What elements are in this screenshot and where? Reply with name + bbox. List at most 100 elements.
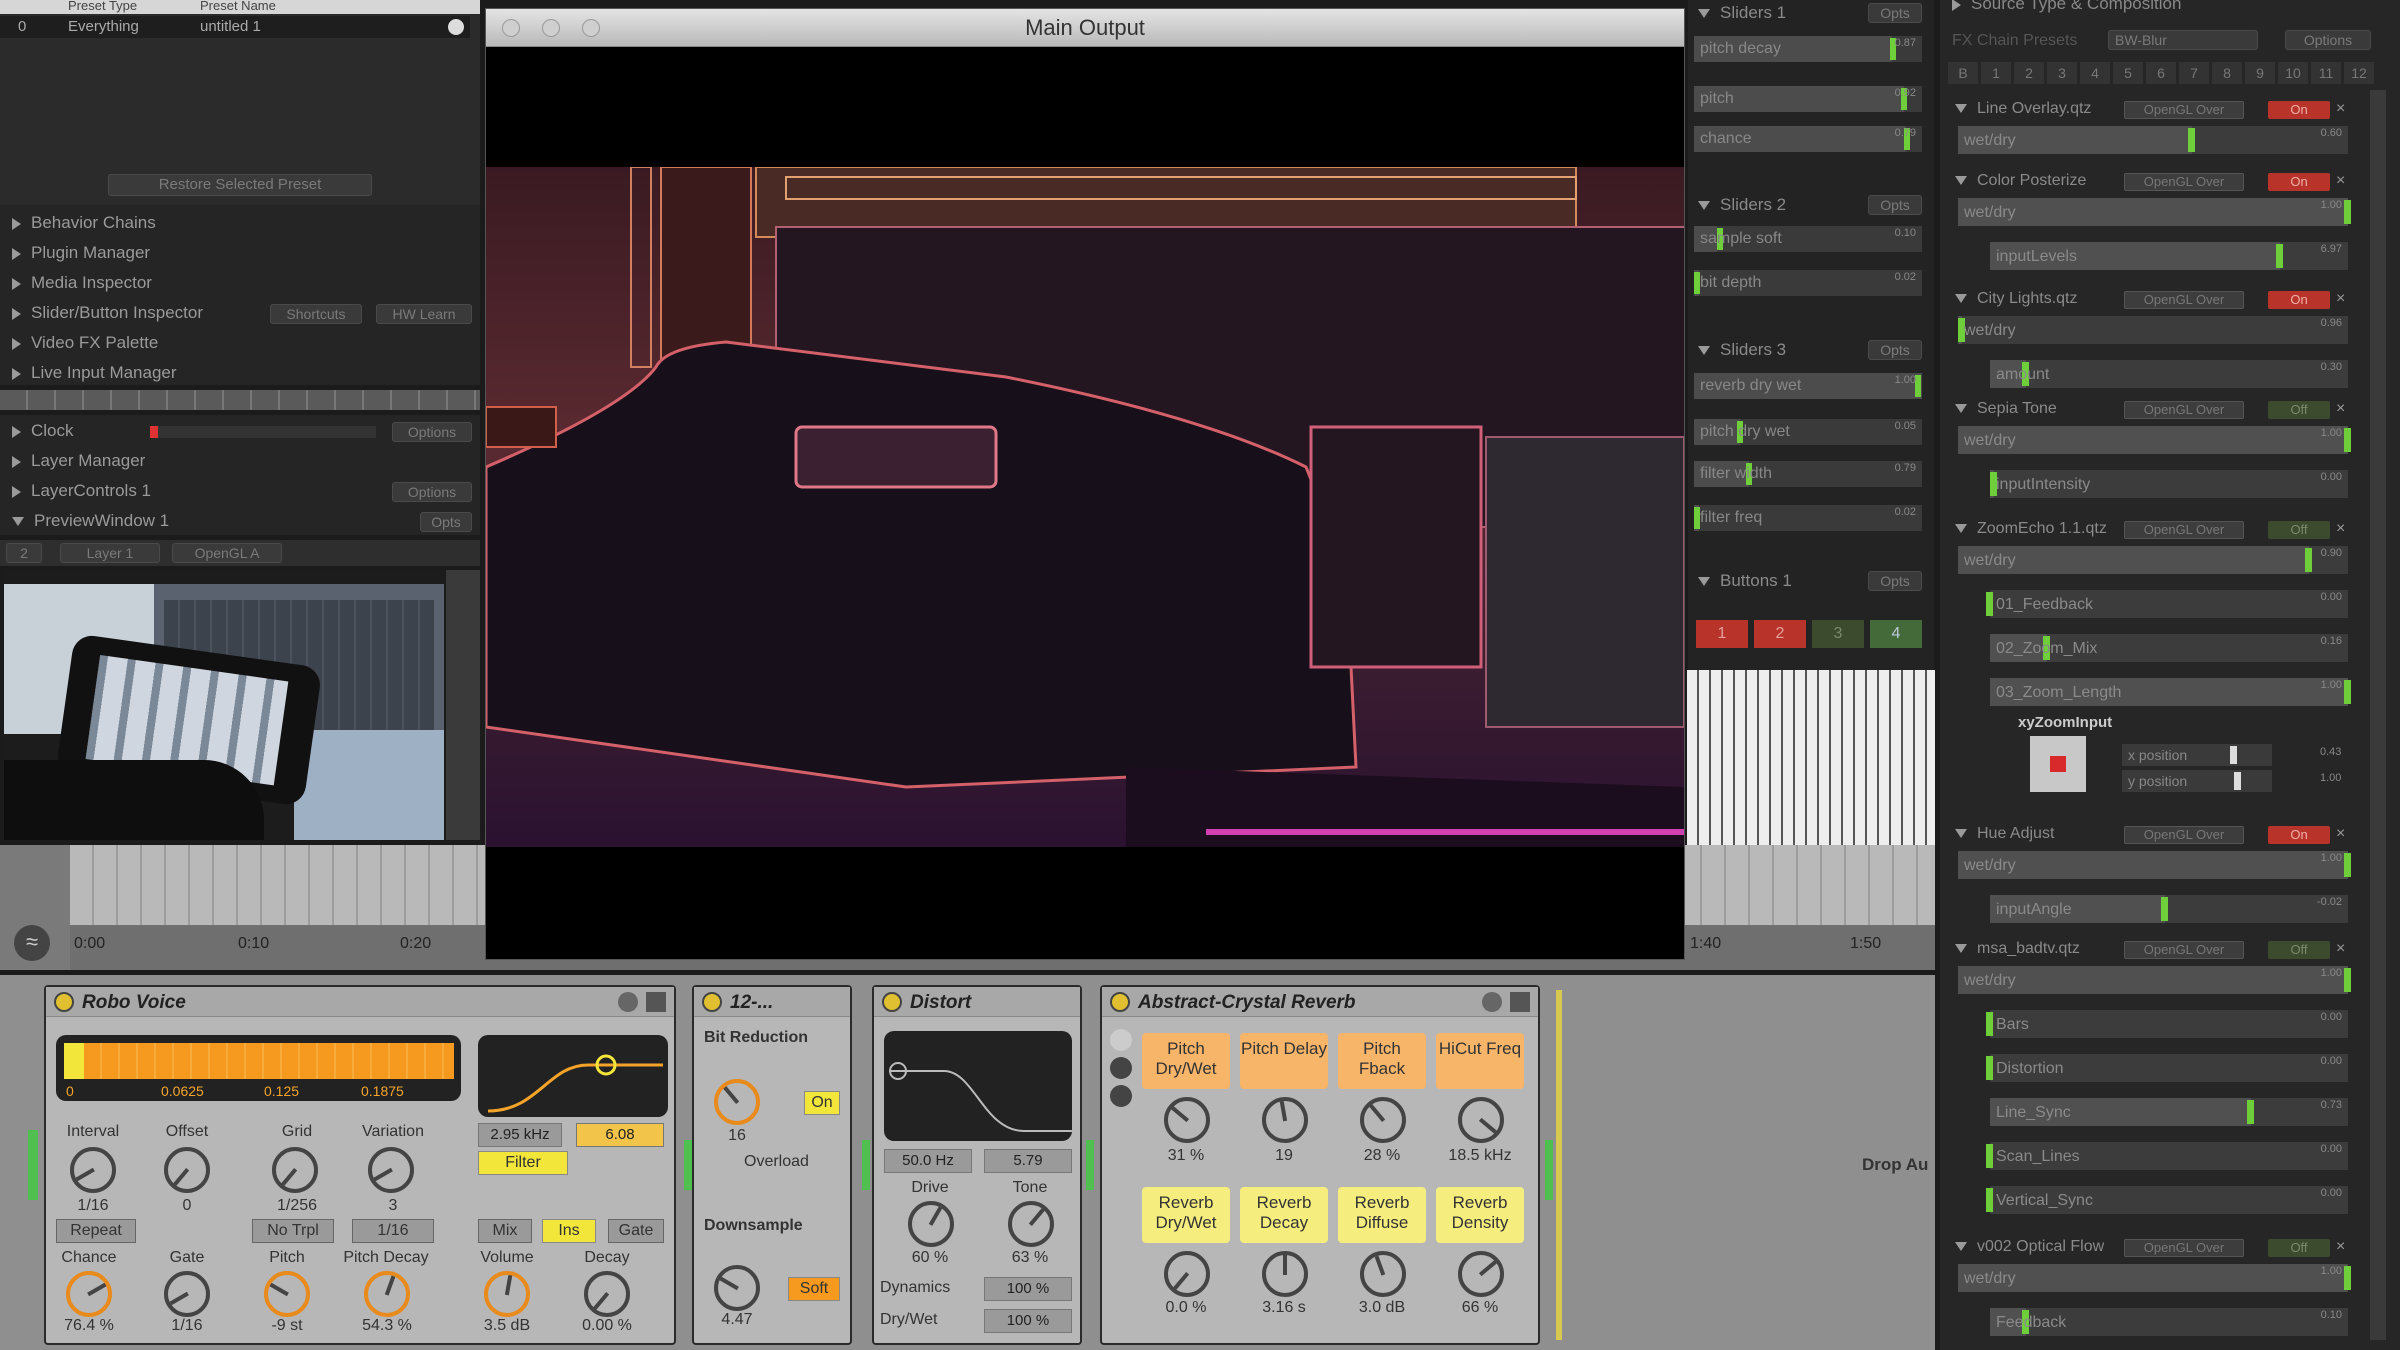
slider-thumb[interactable]	[1986, 1056, 1993, 1080]
save-icon[interactable]	[646, 992, 666, 1012]
fx-options-button[interactable]: Options	[2285, 30, 2371, 50]
opengl-over-button[interactable]: OpenGL Over	[2124, 521, 2244, 539]
fx-slider[interactable]: Bars 0.00	[1986, 1010, 2348, 1038]
circle-icon[interactable]	[1110, 1029, 1132, 1051]
power-icon[interactable]	[882, 992, 902, 1012]
fx-slider[interactable]: amount 0.30	[1990, 360, 2348, 388]
decay-knob[interactable]	[584, 1271, 630, 1317]
drop-audio-effects[interactable]: Drop Au	[1862, 1155, 1928, 1175]
fx-preset-select[interactable]: BW-Blur	[2108, 30, 2258, 50]
slider-filter-freq[interactable]: filter freq 0.02	[1694, 505, 1922, 531]
layer-options-button[interactable]: Options	[392, 482, 472, 502]
menu-video-fx-palette[interactable]: Video FX Palette	[0, 328, 480, 358]
dynamics-box[interactable]: 100 %	[984, 1277, 1072, 1301]
fx-state-toggle[interactable]: Off	[2268, 1239, 2330, 1257]
trigger-button-2[interactable]: 2	[1754, 620, 1806, 648]
fx-slider[interactable]: wet/dry 1.00	[1958, 426, 2351, 454]
ins-button[interactable]: Ins	[542, 1219, 596, 1243]
mix-button[interactable]: Mix	[478, 1219, 532, 1243]
pad-reverb-diffuse[interactable]: Reverb Diffuse	[1338, 1187, 1426, 1243]
pitch-delay-knob[interactable]	[1262, 1097, 1308, 1143]
distort-q-box[interactable]: 5.79	[984, 1149, 1072, 1173]
reverb-diffuse-knob[interactable]	[1360, 1251, 1406, 1297]
slider-bit-depth[interactable]: bit depth 0.02	[1694, 270, 1922, 296]
fx-slider[interactable]: wet/dry 0.96	[1957, 316, 2348, 344]
preview-layer-tab[interactable]: Layer 1	[60, 543, 160, 563]
menu-behavior-chains[interactable]: Behavior Chains	[0, 208, 480, 238]
pitch-fback-knob[interactable]	[1360, 1097, 1406, 1143]
hicut-freq-knob[interactable]	[1458, 1097, 1504, 1143]
repeat-display[interactable]: 0 0.0625 0.125 0.1875	[56, 1035, 461, 1101]
slider-thumb[interactable]	[2161, 897, 2169, 921]
fx-slider[interactable]: wet/dry 1.00	[1958, 966, 2351, 994]
fx-tab[interactable]: 3	[2047, 62, 2077, 84]
fx-state-toggle[interactable]: Off	[2268, 401, 2330, 419]
preview-num-tab[interactable]: 2	[6, 543, 42, 563]
sliders-3-opts[interactable]: Opts	[1868, 340, 1922, 360]
fx-slider[interactable]: wet/dry 0.90	[1958, 546, 2348, 574]
pad-reverb-density[interactable]: Reverb Density	[1436, 1187, 1524, 1243]
save-icon[interactable]	[1510, 992, 1530, 1012]
fx-state-toggle[interactable]: On	[2268, 291, 2330, 309]
fx-slider[interactable]: Line_Sync 0.73	[1990, 1098, 2348, 1126]
pad-reverb-dry-wet[interactable]: Reverb Dry/Wet	[1142, 1187, 1230, 1243]
gate-knob[interactable]	[164, 1271, 210, 1317]
power-icon[interactable]	[54, 992, 74, 1012]
fx-slider[interactable]: Distortion 0.00	[1986, 1054, 2348, 1082]
offset-knob[interactable]	[164, 1147, 210, 1193]
slider-thumb[interactable]	[2230, 746, 2237, 764]
fx-tab[interactable]: 5	[2113, 62, 2143, 84]
slider-pitch-decay[interactable]: pitch decay 0.87	[1694, 36, 1922, 62]
settings-icon[interactable]	[618, 992, 638, 1012]
fx-slider[interactable]: 03_Zoom_Length 1.00	[1990, 678, 2351, 706]
fx-tab[interactable]: 12	[2344, 62, 2374, 84]
fx-panel-title[interactable]: Source Type & Composition	[1952, 0, 2181, 14]
close-icon[interactable]: ×	[2336, 291, 2352, 307]
soft-button[interactable]: Soft	[788, 1277, 840, 1301]
opengl-over-button[interactable]: OpenGL Over	[2124, 173, 2244, 191]
menu-clock[interactable]: Clock Options	[0, 416, 480, 446]
menu-slider-button-inspector[interactable]: Slider/Button Inspector Shortcuts HW Lea…	[0, 298, 480, 328]
fx-tab[interactable]: 8	[2212, 62, 2242, 84]
repeat-button[interactable]: Repeat	[56, 1219, 136, 1243]
pitch-knob[interactable]	[264, 1271, 310, 1317]
slider-thumb[interactable]	[1986, 1188, 1993, 1212]
no-triplet-button[interactable]: No Trpl	[252, 1219, 334, 1243]
fx-slider[interactable]: wet/dry 1.00	[1958, 851, 2351, 879]
pitch-dry-wet-knob[interactable]	[1164, 1097, 1210, 1143]
opengl-over-button[interactable]: OpenGL Over	[2124, 826, 2244, 844]
sliders-1-opts[interactable]: Opts	[1868, 3, 1922, 23]
buttons-opts[interactable]: Opts	[1868, 571, 1922, 591]
trigger-button-1[interactable]: 1	[1696, 620, 1748, 648]
col-name[interactable]: Preset Name	[200, 0, 276, 12]
fx-slider[interactable]: 01_Feedback 0.00	[1986, 590, 2348, 618]
opengl-over-button[interactable]: OpenGL Over	[2124, 101, 2244, 119]
slider-thumb[interactable]	[1986, 1144, 1993, 1168]
slider-thumb[interactable]	[2344, 1266, 2351, 1290]
fx-slider[interactable]: Feedback 0.10	[1990, 1308, 2348, 1336]
bit-on-button[interactable]: On	[804, 1091, 840, 1115]
fx-slider[interactable]: wet/dry 1.00	[1958, 1264, 2351, 1292]
y-position-slider[interactable]: y position	[2122, 770, 2272, 792]
circle-icon[interactable]	[1110, 1057, 1132, 1079]
slider-thumb[interactable]	[2344, 680, 2351, 704]
power-icon[interactable]	[702, 992, 722, 1012]
close-icon[interactable]: ×	[2336, 521, 2352, 537]
fx-panel-scrollbar[interactable]	[2370, 90, 2386, 1340]
slider-thumb[interactable]	[2344, 853, 2351, 877]
fx-slider[interactable]: inputAngle -0.02	[1990, 895, 2348, 923]
menu-live-input-manager[interactable]: Live Input Manager	[0, 358, 480, 388]
fx-tab[interactable]: 9	[2245, 62, 2275, 84]
wave-icon[interactable]: ≈	[14, 925, 50, 961]
filter-freq-box[interactable]: 2.95 kHz	[478, 1123, 562, 1147]
preview-scrollbar[interactable]	[446, 570, 480, 840]
close-icon[interactable]: ×	[2336, 101, 2352, 117]
restore-preset-button[interactable]: Restore Selected Preset	[108, 174, 372, 196]
buttons-header[interactable]: Buttons 1 Opts	[1690, 568, 1930, 594]
preset-row[interactable]: 0 Everything untitled 1	[0, 16, 470, 38]
slider-pitch[interactable]: pitch 0.92	[1694, 86, 1922, 112]
arrow-right-icon[interactable]	[448, 19, 464, 35]
volume-knob[interactable]	[484, 1271, 530, 1317]
filter-button[interactable]: Filter	[478, 1151, 568, 1175]
sliders-2-header[interactable]: Sliders 2 Opts	[1690, 192, 1930, 218]
